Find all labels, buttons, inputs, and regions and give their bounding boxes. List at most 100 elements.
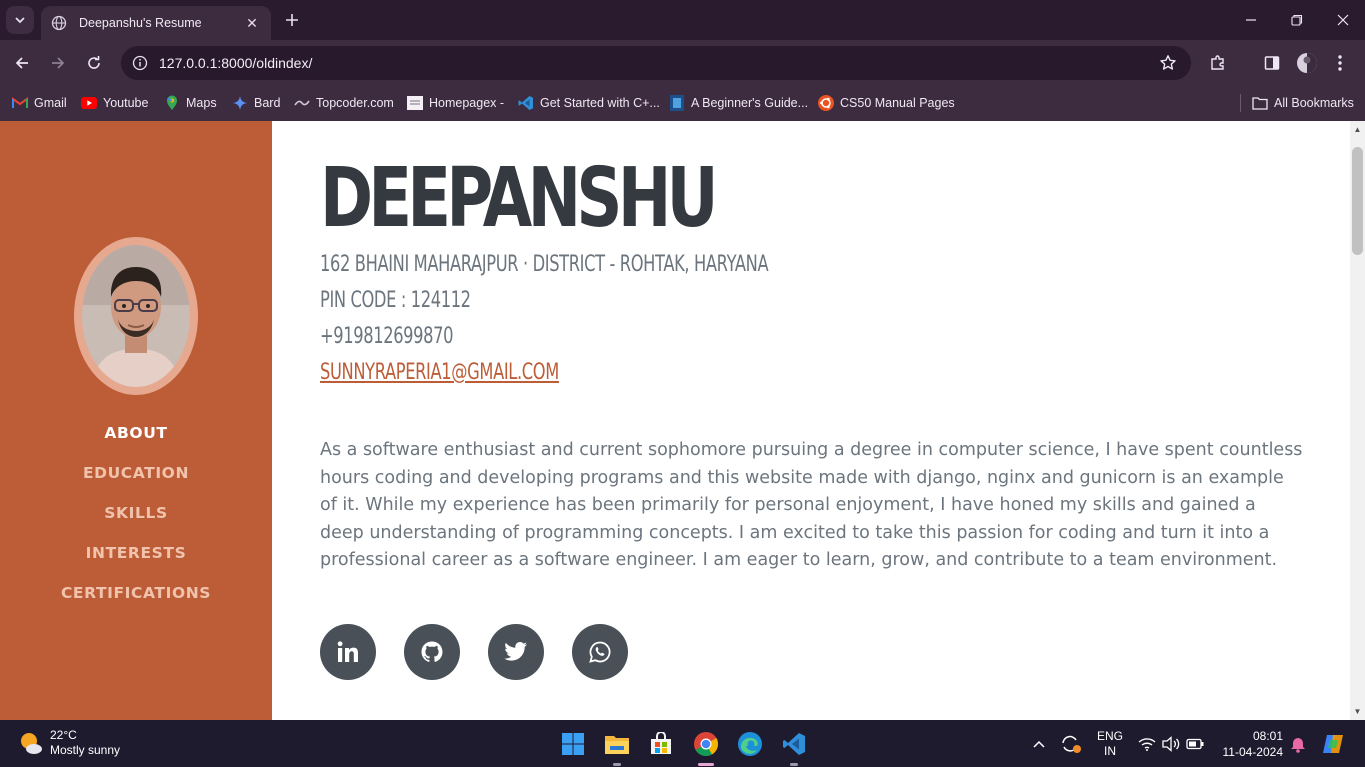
- github-icon: [421, 641, 443, 662]
- nav-item-certifications[interactable]: CERTIFICATIONS: [0, 581, 272, 621]
- vscode-button[interactable]: [778, 728, 810, 766]
- site-info-icon[interactable]: [123, 55, 157, 71]
- restore-icon: [1291, 14, 1303, 26]
- reload-icon: [88, 56, 100, 69]
- restore-button[interactable]: [1274, 0, 1320, 40]
- bookmark-cpp-guide[interactable]: Get Started with C+...: [518, 92, 660, 114]
- sync-tray-icon[interactable]: [1060, 720, 1082, 767]
- bard-icon: [232, 95, 248, 111]
- pin-code-line: PIN CODE : 124112: [320, 288, 471, 313]
- bookmark-star-icon[interactable]: [1159, 54, 1177, 77]
- clock-date: 11-04-2024: [1222, 745, 1284, 759]
- new-tab-button[interactable]: [280, 8, 304, 32]
- chevron-up-icon: [1033, 740, 1045, 748]
- email-link[interactable]: SUNNYRAPERIA1@GMAIL.COM: [320, 360, 559, 385]
- scrollbar-thumb[interactable]: [1352, 147, 1363, 255]
- reload-button[interactable]: [80, 49, 108, 77]
- sync-icon: [1062, 735, 1081, 753]
- store-icon: [651, 732, 671, 754]
- puzzle-icon: [1211, 55, 1224, 70]
- edge-button[interactable]: [734, 728, 766, 760]
- chevron-down-icon: [15, 17, 25, 24]
- nav-item-interests[interactable]: INTERESTS: [0, 541, 272, 581]
- weather-widget[interactable]: 22°C Mostly sunny: [18, 728, 120, 758]
- tab-search-button[interactable]: [6, 6, 34, 34]
- copilot-button[interactable]: [1321, 720, 1347, 767]
- forward-arrow-icon: [52, 57, 65, 69]
- bookmark-gmail[interactable]: Gmail: [12, 92, 67, 114]
- more-vertical-icon: [1338, 55, 1342, 71]
- profile-avatar-icon: [1297, 53, 1317, 73]
- extensions-button[interactable]: [1204, 49, 1232, 77]
- battery-icon: [1186, 738, 1204, 749]
- forward-button[interactable]: [44, 49, 72, 77]
- profile-button[interactable]: [1293, 49, 1321, 77]
- notifications-button[interactable]: [1290, 720, 1306, 767]
- file-explorer-button[interactable]: [601, 728, 633, 766]
- vscode-app-icon: [783, 733, 805, 755]
- wifi-icon: [1138, 737, 1156, 751]
- tab-title: Deepanshu's Resume: [79, 16, 202, 30]
- twitter-button[interactable]: [488, 624, 544, 680]
- scroll-down-icon[interactable]: ▼: [1353, 707, 1362, 716]
- github-button[interactable]: [404, 624, 460, 680]
- profile-photo: [74, 237, 198, 395]
- edge-icon: [738, 732, 762, 756]
- minimize-button[interactable]: [1228, 0, 1274, 40]
- windows-taskbar: 22°C Mostly sunny ENG IN 08:01 11-04-202…: [0, 720, 1365, 767]
- bookmark-youtube[interactable]: Youtube: [81, 92, 148, 114]
- address-line: 162 BHAINI MAHARAJPUR · DISTRICT - ROHTA…: [320, 252, 769, 277]
- web-page: ABOUT EDUCATION SKILLS INTERESTS CERTIFI…: [0, 121, 1365, 720]
- nav-item-skills[interactable]: SKILLS: [0, 501, 272, 541]
- bookmark-topcoder[interactable]: Topcoder.com: [294, 92, 394, 114]
- language-indicator[interactable]: ENG IN: [1097, 720, 1123, 767]
- bell-icon: [1291, 737, 1305, 753]
- microsoft-store-button[interactable]: [645, 728, 677, 760]
- temperature: 22°C: [50, 728, 77, 742]
- running-indicator: [613, 763, 621, 766]
- page-scrollbar[interactable]: ▲ ▼: [1350, 121, 1365, 720]
- network-volume-battery[interactable]: [1138, 720, 1204, 767]
- bookmarks-divider: [1240, 94, 1241, 112]
- whatsapp-icon: [589, 641, 611, 663]
- system-clock[interactable]: 08:01 11-04-2024: [1223, 728, 1284, 760]
- gmail-icon: [12, 95, 28, 111]
- folder-app-icon: [605, 736, 629, 754]
- show-hidden-icons[interactable]: [1032, 720, 1046, 767]
- bookmark-homepagex[interactable]: Homepagex -: [407, 92, 504, 114]
- running-indicator: [790, 763, 798, 766]
- youtube-icon: [81, 95, 97, 111]
- bookmark-beginners-guide[interactable]: A Beginner's Guide...: [669, 92, 808, 114]
- bookmark-maps[interactable]: Maps: [164, 92, 217, 114]
- maps-icon: [164, 95, 180, 111]
- menu-button[interactable]: [1326, 49, 1354, 77]
- nav-item-about[interactable]: ABOUT: [0, 421, 272, 461]
- all-bookmarks-button[interactable]: All Bookmarks: [1252, 92, 1354, 114]
- sun-cloud-icon: [21, 733, 42, 754]
- volume-icon: [1162, 735, 1180, 752]
- close-window-button[interactable]: [1320, 0, 1365, 40]
- side-panel-button[interactable]: [1258, 49, 1286, 77]
- whatsapp-button[interactable]: [572, 624, 628, 680]
- vscode-icon: [518, 95, 534, 111]
- start-button[interactable]: [557, 728, 589, 760]
- linkedin-button[interactable]: [320, 624, 376, 680]
- nav-item-education[interactable]: EDUCATION: [0, 461, 272, 501]
- address-bar[interactable]: 127.0.0.1:8000/oldindex/: [121, 46, 1191, 80]
- back-arrow-icon: [15, 57, 28, 69]
- globe-icon: [51, 15, 67, 31]
- active-tab[interactable]: Deepanshu's Resume ✕: [41, 6, 271, 40]
- bookmark-cs50[interactable]: CS50 Manual Pages: [818, 92, 955, 114]
- close-icon: [1337, 14, 1349, 26]
- sidebar-nav: ABOUT EDUCATION SKILLS INTERESTS CERTIFI…: [0, 421, 272, 621]
- close-tab-icon[interactable]: ✕: [243, 15, 261, 32]
- back-button[interactable]: [8, 49, 36, 77]
- windows-logo-icon: [562, 733, 584, 755]
- page-icon: [407, 95, 423, 111]
- scroll-up-icon[interactable]: ▲: [1353, 125, 1362, 134]
- sidebar: ABOUT EDUCATION SKILLS INTERESTS CERTIFI…: [0, 121, 272, 720]
- linkedin-icon: [337, 641, 358, 662]
- bookmark-bard[interactable]: Bard: [232, 92, 280, 114]
- chrome-button[interactable]: [690, 728, 722, 766]
- browser-toolbar: 127.0.0.1:8000/oldindex/: [0, 40, 1365, 86]
